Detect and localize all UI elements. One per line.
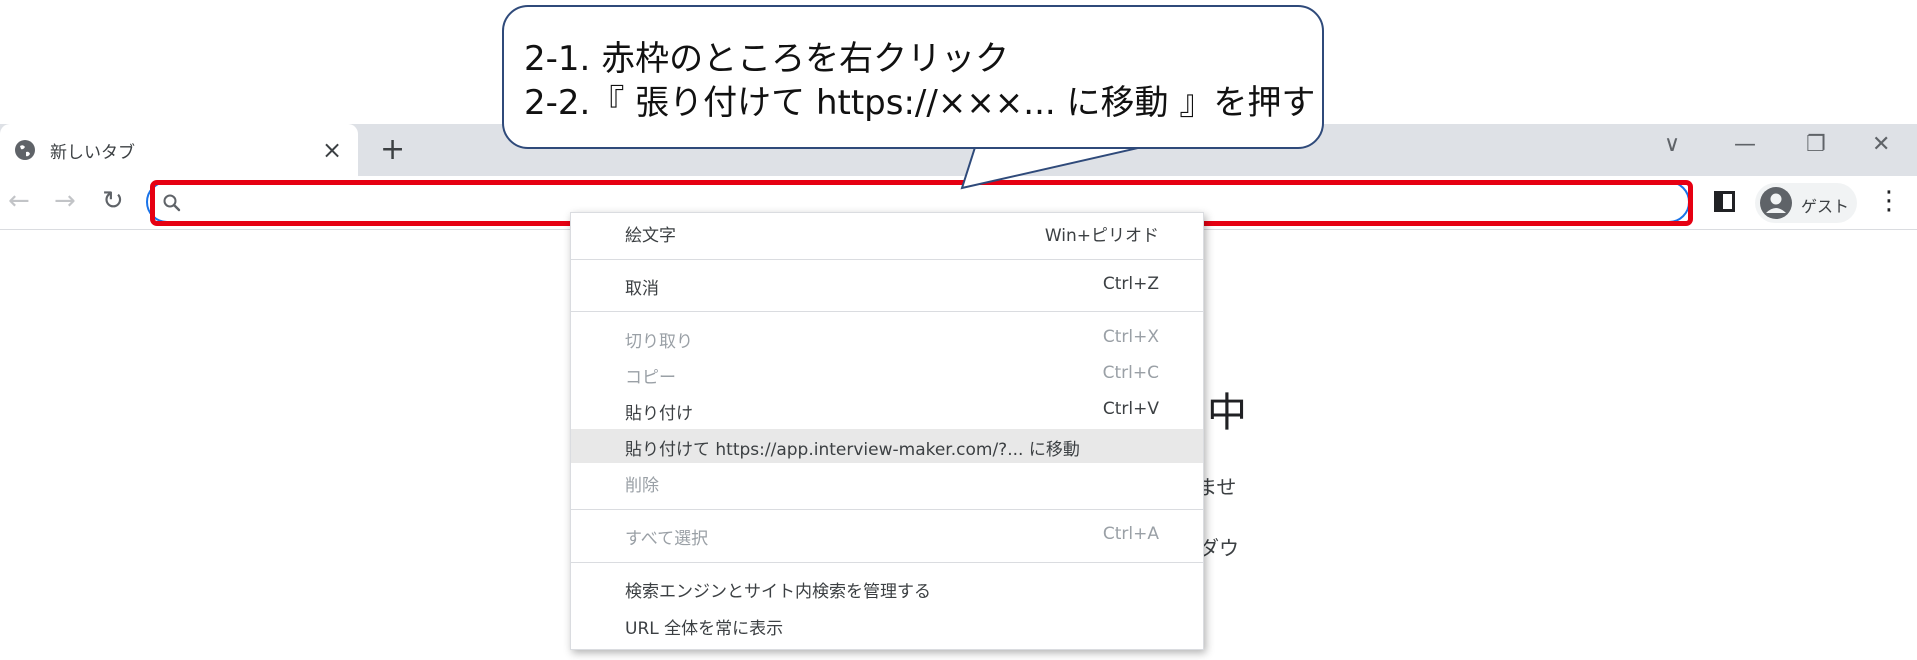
restore-button[interactable]: ❐	[1806, 132, 1826, 157]
menu-item-label: 貼り付け	[625, 404, 693, 424]
menu-item-delete[interactable]: 削除	[571, 465, 1203, 499]
menu-item-shortcut: Ctrl+X	[1102, 327, 1159, 347]
menu-divider	[571, 562, 1203, 563]
instruction-callout: 2-1. 赤枠のところを右クリック 2-2.『 張り付けて https://××…	[502, 5, 1324, 149]
menu-item-show-full-url[interactable]: URL 全体を常に表示	[571, 608, 1203, 642]
close-window-button[interactable]: ✕	[1872, 132, 1890, 157]
menu-item-label: 絵文字	[625, 226, 676, 246]
callout-step-2: 2-2.『 張り付けて https://×××... に移動 』を押す	[524, 83, 1316, 123]
menu-item-emoji[interactable]: 絵文字 Win+ピリオド	[571, 215, 1203, 249]
menu-item-label: コピー	[625, 368, 676, 388]
menu-divider	[571, 509, 1203, 510]
profile-button[interactable]: ゲスト	[1755, 183, 1857, 223]
forward-button[interactable]: →	[54, 186, 76, 216]
back-button[interactable]: ←	[8, 186, 30, 216]
menu-item-label: 検索エンジンとサイト内検索を管理する	[625, 582, 931, 602]
menu-item-paste-and-go[interactable]: 貼り付けて https://app.interview-maker.com/?.…	[571, 429, 1203, 463]
menu-item-shortcut: Win+ピリオド	[1044, 226, 1159, 246]
globe-icon	[15, 140, 35, 160]
tab-title: 新しいタブ	[50, 143, 135, 163]
menu-item-shortcut: Ctrl+Z	[1102, 274, 1159, 294]
menu-item-shortcut: Ctrl+V	[1102, 399, 1159, 419]
menu-item-cut[interactable]: 切り取り Ctrl+X	[571, 321, 1203, 355]
menu-item-label: 取消	[625, 279, 659, 299]
reload-button[interactable]: ↻	[102, 186, 124, 216]
menu-dots-icon[interactable]: ⋮	[1876, 186, 1902, 216]
menu-item-shortcut: Ctrl+C	[1102, 363, 1159, 383]
new-tab-button[interactable]: +	[380, 132, 405, 167]
avatar-icon	[1760, 187, 1792, 219]
menu-item-shortcut: Ctrl+A	[1102, 524, 1159, 544]
tab-close-icon[interactable]: ×	[322, 136, 342, 164]
menu-divider	[571, 259, 1203, 260]
context-menu: 絵文字 Win+ピリオド 取消 Ctrl+Z 切り取り Ctrl+X コピー C…	[570, 212, 1204, 650]
menu-item-label: 切り取り	[625, 332, 693, 352]
tab-search-chevron-icon[interactable]: ∨	[1664, 132, 1680, 157]
side-panel-icon[interactable]	[1714, 191, 1735, 212]
tab-new-tab[interactable]: 新しいタブ ×	[0, 124, 358, 176]
menu-item-paste[interactable]: 貼り付け Ctrl+V	[571, 393, 1203, 427]
menu-divider	[571, 311, 1203, 312]
menu-item-label: すべて選択	[625, 529, 709, 549]
menu-item-manage-search-engines[interactable]: 検索エンジンとサイト内検索を管理する	[571, 571, 1203, 605]
page-text-fragment: ダウ	[1199, 536, 1239, 560]
page-heading-fragment: 中	[1207, 390, 1247, 436]
menu-item-select-all[interactable]: すべて選択 Ctrl+A	[571, 518, 1203, 552]
minimize-button[interactable]: —	[1734, 132, 1756, 157]
menu-item-label: URL 全体を常に表示	[625, 619, 784, 639]
callout-step-1: 2-1. 赤枠のところを右クリック	[524, 39, 1010, 79]
menu-item-label: 削除	[625, 476, 659, 496]
menu-item-copy[interactable]: コピー Ctrl+C	[571, 357, 1203, 391]
menu-item-label: 貼り付けて https://app.interview-maker.com/?.…	[625, 440, 1080, 460]
profile-name: ゲスト	[1801, 197, 1850, 216]
menu-item-undo[interactable]: 取消 Ctrl+Z	[571, 268, 1203, 302]
